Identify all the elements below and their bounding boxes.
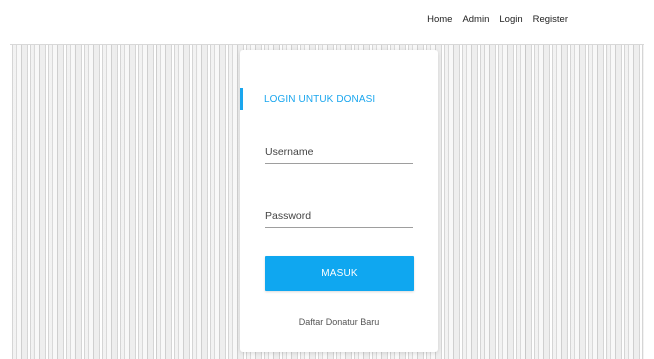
nav-menu: Home Admin Login Register (427, 14, 568, 25)
login-title: LOGIN UNTUK DONASI (264, 94, 376, 105)
register-donor-link[interactable]: Daftar Donatur Baru (240, 317, 438, 327)
nav-login-link[interactable]: Login (499, 14, 522, 25)
password-input[interactable] (265, 204, 413, 228)
nav-home-link[interactable]: Home (427, 14, 452, 25)
username-input[interactable] (265, 140, 413, 164)
nav-admin-link[interactable]: Admin (462, 14, 489, 25)
top-navbar: Home Admin Login Register (0, 0, 654, 44)
login-submit-button[interactable]: MASUK (265, 256, 414, 291)
title-accent-bar (240, 88, 243, 110)
nav-register-link[interactable]: Register (533, 14, 568, 25)
login-card: LOGIN UNTUK DONASI MASUK Daftar Donatur … (240, 50, 438, 352)
